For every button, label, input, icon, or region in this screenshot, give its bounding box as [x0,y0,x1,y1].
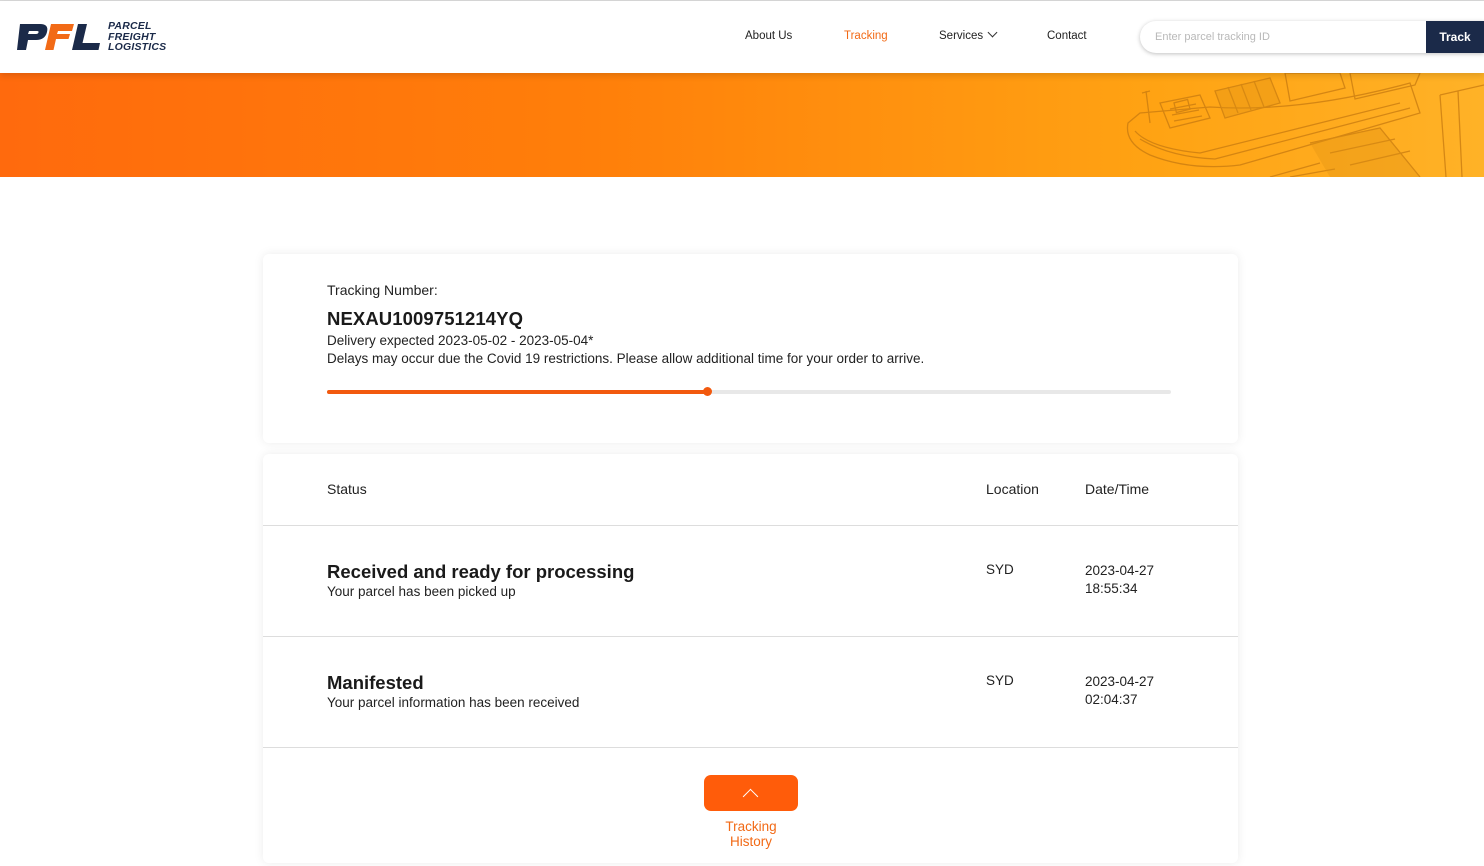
tracking-id-input[interactable] [1140,21,1410,53]
event-date: 2023-04-27 [1085,674,1155,689]
nav-tracking[interactable]: Tracking [844,30,888,42]
cargo-ship-illustration [1126,73,1484,177]
event-title: Received and ready for processing [327,561,635,582]
tracking-number: NEXAU1009751214YQ [327,308,524,329]
tracking-history-card: Status Location Date/Time Received and r… [263,454,1238,863]
column-header-status: Status [327,481,367,497]
history-row: Received and ready for processing Your p… [263,526,1238,636]
column-header-location: Location [986,481,1039,497]
tracking-history-label[interactable]: Tracking History [704,819,798,849]
progress-marker [702,387,712,396]
event-date: 2023-04-27 [1085,563,1155,578]
divider [263,747,1238,748]
event-title: Manifested [327,672,424,693]
chevron-up-icon [742,788,759,805]
event-datetime: 2023-04-27 02:04:37 [1085,673,1154,709]
tracking-history-toggle-button[interactable] [704,775,798,811]
site-header: PARCEL FREIGHT LOGISTICS About Us Tracki… [0,1,1484,73]
nav-services-label: Services [939,30,984,42]
track-button[interactable]: Track [1426,21,1484,53]
event-description: Your parcel information has been receive… [327,695,580,710]
event-description: Your parcel has been picked up [327,584,516,599]
event-datetime: 2023-04-27 18:55:34 [1085,562,1154,598]
tracking-search: Track [1140,21,1484,53]
delay-notice: Delays may occur due the Covid 19 restri… [327,351,925,366]
nav-about-us[interactable]: About Us [745,30,792,42]
event-time: 02:04:37 [1085,692,1138,707]
delivery-expected: Delivery expected 2023-05-02 - 2023-05-0… [327,333,594,348]
event-time: 18:55:34 [1085,581,1138,596]
column-header-datetime: Date/Time [1085,481,1150,497]
main-nav: About Us Tracking Services Contact [0,1,1140,73]
chevron-down-icon [987,27,998,38]
event-location: SYD [986,562,1014,577]
nav-services[interactable]: Services [939,27,998,42]
progress-bar-fill [327,390,707,394]
nav-contact[interactable]: Contact [1047,30,1087,42]
hero-banner [0,73,1484,177]
tracking-number-label: Tracking Number: [327,282,438,298]
tracking-summary-card: Tracking Number: NEXAU1009751214YQ Deliv… [263,254,1238,443]
event-location: SYD [986,673,1014,688]
progress-bar [327,387,1171,396]
history-row: Manifested Your parcel information has b… [263,637,1238,747]
